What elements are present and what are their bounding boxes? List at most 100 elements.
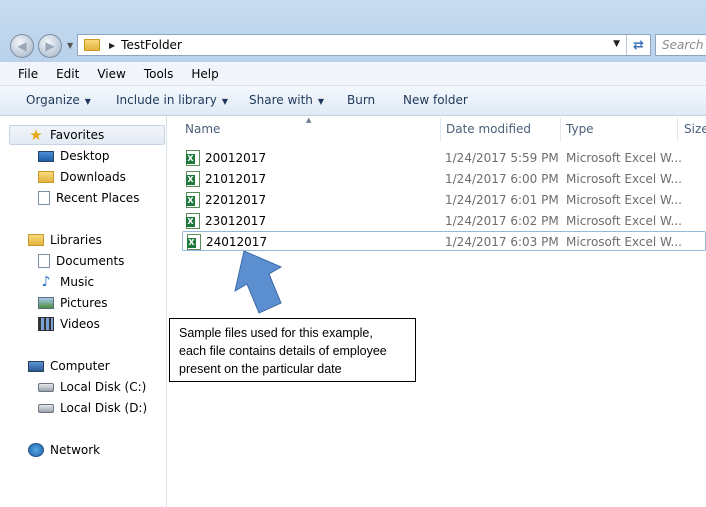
network-globe-icon bbox=[28, 443, 44, 457]
nav-libraries-label: Libraries bbox=[50, 233, 102, 247]
downloads-folder-icon bbox=[38, 171, 54, 183]
nav-music[interactable]: ♪ Music bbox=[38, 272, 95, 292]
back-button[interactable]: ◀ bbox=[10, 34, 34, 58]
column-header-type[interactable]: Type bbox=[566, 122, 594, 136]
nav-documents[interactable]: Documents bbox=[38, 251, 124, 271]
nav-local-disk-d-label: Local Disk (D:) bbox=[60, 401, 148, 415]
nav-libraries[interactable]: Libraries bbox=[28, 230, 102, 250]
excel-file-icon bbox=[186, 192, 200, 208]
star-icon: ★ bbox=[29, 126, 43, 144]
address-dropdown-icon[interactable]: ▼ bbox=[613, 39, 620, 49]
menu-edit[interactable]: Edit bbox=[56, 67, 79, 81]
file-type: Microsoft Excel W... bbox=[566, 235, 682, 249]
nav-downloads[interactable]: Downloads bbox=[38, 167, 126, 187]
file-name: 24012017 bbox=[206, 235, 268, 249]
menu-view[interactable]: View bbox=[97, 67, 125, 81]
column-divider[interactable] bbox=[440, 118, 441, 142]
hard-disk-icon bbox=[38, 403, 54, 413]
command-toolbar: Organize ▼ Include in library ▼ Share with… bbox=[0, 86, 706, 116]
nav-videos-label: Videos bbox=[60, 317, 100, 331]
nav-music-label: Music bbox=[60, 275, 95, 289]
nav-computer[interactable]: Computer bbox=[28, 356, 110, 376]
nav-local-disk-d[interactable]: Local Disk (D:) bbox=[38, 398, 147, 418]
organize-button[interactable]: Organize ▼ bbox=[26, 93, 91, 107]
nav-pictures-label: Pictures bbox=[60, 296, 108, 310]
new-folder-button[interactable]: New folder bbox=[403, 93, 468, 107]
chevron-down-icon: ▼ bbox=[84, 97, 91, 106]
file-date-modified: 1/24/2017 6:03 PM bbox=[445, 235, 559, 249]
videos-film-icon bbox=[38, 317, 54, 331]
include-in-library-button[interactable]: Include in library ▼ bbox=[116, 93, 228, 107]
nav-documents-label: Documents bbox=[56, 254, 125, 268]
excel-file-icon bbox=[186, 150, 200, 166]
file-name: 21012017 bbox=[205, 172, 267, 186]
file-row[interactable]: 23012017 1/24/2017 6:02 PM Microsoft Exc… bbox=[182, 211, 706, 231]
nav-recent-places-label: Recent Places bbox=[56, 191, 140, 205]
share-with-button[interactable]: Share with ▼ bbox=[249, 93, 324, 107]
callout-line: present on the particular date bbox=[179, 362, 342, 376]
navigation-pane: ★ Favorites Desktop Downloads Recent Pla… bbox=[0, 116, 167, 507]
file-row[interactable]: 20012017 1/24/2017 5:59 PM Microsoft Exc… bbox=[182, 148, 706, 168]
refresh-icon: ⇄ bbox=[633, 37, 644, 53]
annotation-callout: Sample files used for this example, each… bbox=[169, 318, 416, 382]
organize-label: Organize bbox=[26, 93, 80, 107]
file-date-modified: 1/24/2017 6:01 PM bbox=[445, 193, 559, 207]
column-header-size[interactable]: Size bbox=[684, 122, 706, 136]
callout-line: each file contains details of employee bbox=[179, 344, 387, 358]
folder-icon bbox=[84, 39, 100, 51]
hard-disk-icon bbox=[38, 382, 54, 392]
excel-file-icon bbox=[186, 171, 200, 187]
file-date-modified: 1/24/2017 6:02 PM bbox=[445, 214, 559, 228]
nav-network[interactable]: Network bbox=[28, 440, 100, 460]
nav-local-disk-c-label: Local Disk (C:) bbox=[60, 380, 147, 394]
column-divider[interactable] bbox=[677, 118, 678, 142]
menu-help[interactable]: Help bbox=[191, 67, 218, 81]
menu-tools[interactable]: Tools bbox=[144, 67, 174, 81]
nav-favorites-label: Favorites bbox=[50, 128, 105, 142]
pictures-icon bbox=[38, 297, 54, 309]
sort-ascending-icon: ▲ bbox=[306, 116, 312, 124]
recent-pages-dropdown-icon[interactable]: ▼ bbox=[67, 41, 73, 50]
callout-line: Sample files used for this example, bbox=[179, 326, 373, 340]
nav-recent-places[interactable]: Recent Places bbox=[38, 188, 139, 208]
title-bar: ◀ ▶ ▼ ▶ TestFolder ▼ ⇄ Search T bbox=[0, 0, 706, 62]
nav-favorites[interactable]: ★ Favorites bbox=[28, 125, 104, 145]
recent-places-icon bbox=[38, 191, 50, 205]
nav-local-disk-c[interactable]: Local Disk (C:) bbox=[38, 377, 146, 397]
breadcrumb-testfolder[interactable]: TestFolder bbox=[121, 38, 182, 52]
back-arrow-icon: ◀ bbox=[17, 39, 27, 53]
file-row[interactable]: 21012017 1/24/2017 6:00 PM Microsoft Exc… bbox=[182, 169, 706, 189]
column-header-date-modified[interactable]: Date modified bbox=[446, 122, 531, 136]
breadcrumb-arrow-icon[interactable]: ▶ bbox=[109, 41, 115, 50]
burn-button[interactable]: Burn bbox=[347, 93, 375, 107]
forward-button[interactable]: ▶ bbox=[38, 34, 62, 58]
refresh-button[interactable]: ⇄ bbox=[626, 35, 650, 55]
file-date-modified: 1/24/2017 5:59 PM bbox=[445, 151, 559, 165]
include-in-library-label: Include in library bbox=[116, 93, 217, 107]
file-type: Microsoft Excel W... bbox=[566, 193, 682, 207]
file-name: 22012017 bbox=[205, 193, 267, 207]
nav-network-label: Network bbox=[50, 443, 101, 457]
column-divider[interactable] bbox=[560, 118, 561, 142]
nav-downloads-label: Downloads bbox=[60, 170, 126, 184]
menu-bar: File Edit View Tools Help bbox=[0, 62, 706, 86]
address-bar[interactable]: ▶ TestFolder ▼ ⇄ bbox=[77, 34, 651, 56]
nav-pictures[interactable]: Pictures bbox=[38, 293, 108, 313]
nav-computer-label: Computer bbox=[50, 359, 110, 373]
column-header-name[interactable]: Name bbox=[185, 122, 220, 136]
nav-desktop[interactable]: Desktop bbox=[38, 146, 110, 166]
file-row-focused[interactable]: 24012017 1/24/2017 6:03 PM Microsoft Exc… bbox=[182, 231, 706, 251]
nav-videos[interactable]: Videos bbox=[38, 314, 100, 334]
menu-file[interactable]: File bbox=[18, 67, 38, 81]
nav-desktop-label: Desktop bbox=[60, 149, 110, 163]
arrow-shape bbox=[234, 251, 283, 314]
search-input[interactable]: Search T bbox=[655, 34, 706, 56]
file-name: 20012017 bbox=[205, 151, 267, 165]
file-row[interactable]: 22012017 1/24/2017 6:01 PM Microsoft Exc… bbox=[182, 190, 706, 210]
file-type: Microsoft Excel W... bbox=[566, 172, 682, 186]
chevron-down-icon: ▼ bbox=[221, 97, 229, 106]
file-type: Microsoft Excel W... bbox=[566, 214, 682, 228]
music-note-icon: ♪ bbox=[41, 274, 51, 290]
share-with-label: Share with bbox=[249, 93, 313, 107]
desktop-icon bbox=[38, 150, 54, 162]
